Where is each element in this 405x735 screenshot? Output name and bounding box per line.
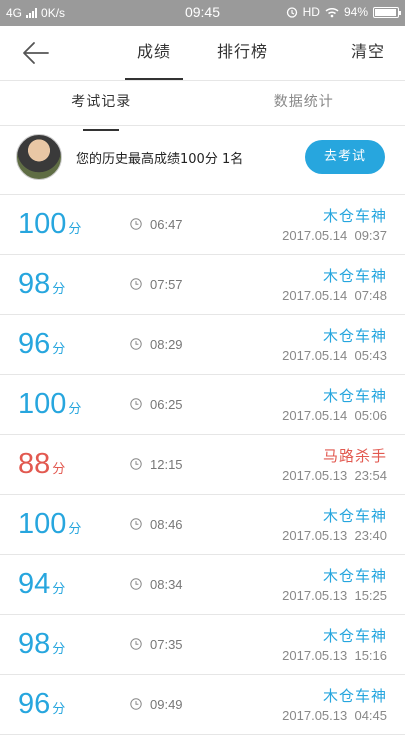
clock-icon xyxy=(130,518,142,530)
record-title: 马路杀手 xyxy=(323,445,387,466)
record-duration: 12:15 xyxy=(150,457,183,472)
record-row[interactable]: 94分 08:34 木仓车神 2017.05.13 15:25 xyxy=(0,555,405,615)
score-unit: 分 xyxy=(52,461,65,476)
score-value: 100 xyxy=(18,508,66,540)
record-date: 2017.05.14 05:06 xyxy=(282,408,387,423)
record-row[interactable]: 96分 09:49 木仓车神 2017.05.13 04:45 xyxy=(0,675,405,735)
record-duration: 08:34 xyxy=(150,577,183,592)
hd-label: HD xyxy=(303,5,320,19)
tab-score[interactable]: 成绩 xyxy=(125,26,183,80)
profile-summary: 您的历史最高成绩100分 1名 去考试 xyxy=(0,126,405,195)
record-duration: 08:29 xyxy=(150,337,183,352)
score-unit: 分 xyxy=(68,401,81,416)
best-score-text: 您的历史最高成绩100分 1名 xyxy=(76,148,243,167)
record-row[interactable]: 100分 06:47 木仓车神 2017.05.14 09:37 xyxy=(0,195,405,255)
record-date: 2017.05.13 23:40 xyxy=(282,528,387,543)
score-unit: 分 xyxy=(52,341,65,356)
score-value: 88 xyxy=(18,448,50,480)
clock-icon xyxy=(130,578,142,590)
score-unit: 分 xyxy=(52,701,65,716)
score-unit: 分 xyxy=(68,521,81,536)
record-list: 100分 06:47 木仓车神 2017.05.14 09:37 98分 07:… xyxy=(0,195,405,735)
score-value: 94 xyxy=(18,568,50,600)
wifi-icon xyxy=(325,7,339,18)
clock-icon xyxy=(130,458,142,470)
record-duration: 07:35 xyxy=(150,637,183,652)
sub-tabs: 考试记录 数据统计 xyxy=(0,81,405,126)
record-title: 木仓车神 xyxy=(323,625,387,646)
subtab-exam-records-label: 考试记录 xyxy=(71,81,131,123)
record-row[interactable]: 100分 06:25 木仓车神 2017.05.14 05:06 xyxy=(0,375,405,435)
clock-icon xyxy=(130,398,142,410)
score-unit: 分 xyxy=(52,641,65,656)
status-right: HD 94% xyxy=(286,5,399,19)
score-value: 98 xyxy=(18,628,50,660)
record-score: 96分 xyxy=(18,688,65,721)
score-unit: 分 xyxy=(52,581,65,596)
avatar[interactable] xyxy=(16,134,62,180)
record-duration: 08:46 xyxy=(150,517,183,532)
score-value: 96 xyxy=(18,688,50,720)
score-value: 96 xyxy=(18,328,50,360)
subtab-data-stats[interactable]: 数据统计 xyxy=(203,81,405,125)
score-unit: 分 xyxy=(52,281,65,296)
record-score: 94分 xyxy=(18,568,65,601)
record-duration: 09:49 xyxy=(150,697,183,712)
battery-label: 94% xyxy=(344,5,368,19)
record-score: 98分 xyxy=(18,628,65,661)
record-duration: 07:57 xyxy=(150,277,183,292)
subtab-data-stats-label: 数据统计 xyxy=(274,94,334,110)
tab-ranking[interactable]: 排行榜 xyxy=(205,26,280,80)
record-date: 2017.05.13 15:25 xyxy=(282,588,387,603)
record-title: 木仓车神 xyxy=(323,205,387,226)
record-date: 2017.05.13 04:45 xyxy=(282,708,387,723)
record-score: 98分 xyxy=(18,268,65,301)
alarm-icon xyxy=(286,6,298,18)
record-title: 木仓车神 xyxy=(323,685,387,706)
record-date: 2017.05.13 23:54 xyxy=(282,468,387,483)
record-duration: 06:25 xyxy=(150,397,183,412)
score-value: 100 xyxy=(18,208,66,240)
record-row[interactable]: 98分 07:57 木仓车神 2017.05.14 07:48 xyxy=(0,255,405,315)
top-header: 成绩 排行榜 清空 xyxy=(0,26,405,81)
clock-icon xyxy=(130,278,142,290)
score-value: 100 xyxy=(18,388,66,420)
start-exam-button[interactable]: 去考试 xyxy=(305,140,385,174)
clock-icon xyxy=(130,338,142,350)
record-title: 木仓车神 xyxy=(323,505,387,526)
header-tabs: 成绩 排行榜 xyxy=(0,26,405,80)
clock-icon xyxy=(130,638,142,650)
record-score: 100分 xyxy=(18,208,81,241)
record-row[interactable]: 88分 12:15 马路杀手 2017.05.13 23:54 xyxy=(0,435,405,495)
clock-icon xyxy=(130,218,142,230)
record-score: 100分 xyxy=(18,508,81,541)
record-title: 木仓车神 xyxy=(323,565,387,586)
subtab-exam-records[interactable]: 考试记录 xyxy=(0,81,203,125)
record-row[interactable]: 98分 07:35 木仓车神 2017.05.13 15:16 xyxy=(0,615,405,675)
record-score: 96分 xyxy=(18,328,65,361)
clock-icon xyxy=(130,698,142,710)
record-date: 2017.05.14 05:43 xyxy=(282,348,387,363)
record-duration: 06:47 xyxy=(150,217,183,232)
record-title: 木仓车神 xyxy=(323,385,387,406)
record-date: 2017.05.14 09:37 xyxy=(282,228,387,243)
record-title: 木仓车神 xyxy=(323,265,387,286)
record-row[interactable]: 96分 08:29 木仓车神 2017.05.14 05:43 xyxy=(0,315,405,375)
record-date: 2017.05.13 15:16 xyxy=(282,648,387,663)
score-unit: 分 xyxy=(68,221,81,236)
record-score: 100分 xyxy=(18,388,81,421)
score-value: 98 xyxy=(18,268,50,300)
battery-icon xyxy=(373,7,399,18)
record-row[interactable]: 100分 08:46 木仓车神 2017.05.13 23:40 xyxy=(0,495,405,555)
record-date: 2017.05.14 07:48 xyxy=(282,288,387,303)
status-bar: 4G 0K/s 09:45 HD 94% xyxy=(0,0,405,26)
battery-level xyxy=(375,9,396,16)
record-title: 木仓车神 xyxy=(323,325,387,346)
record-score: 88分 xyxy=(18,448,65,481)
clear-button[interactable]: 清空 xyxy=(351,26,385,78)
